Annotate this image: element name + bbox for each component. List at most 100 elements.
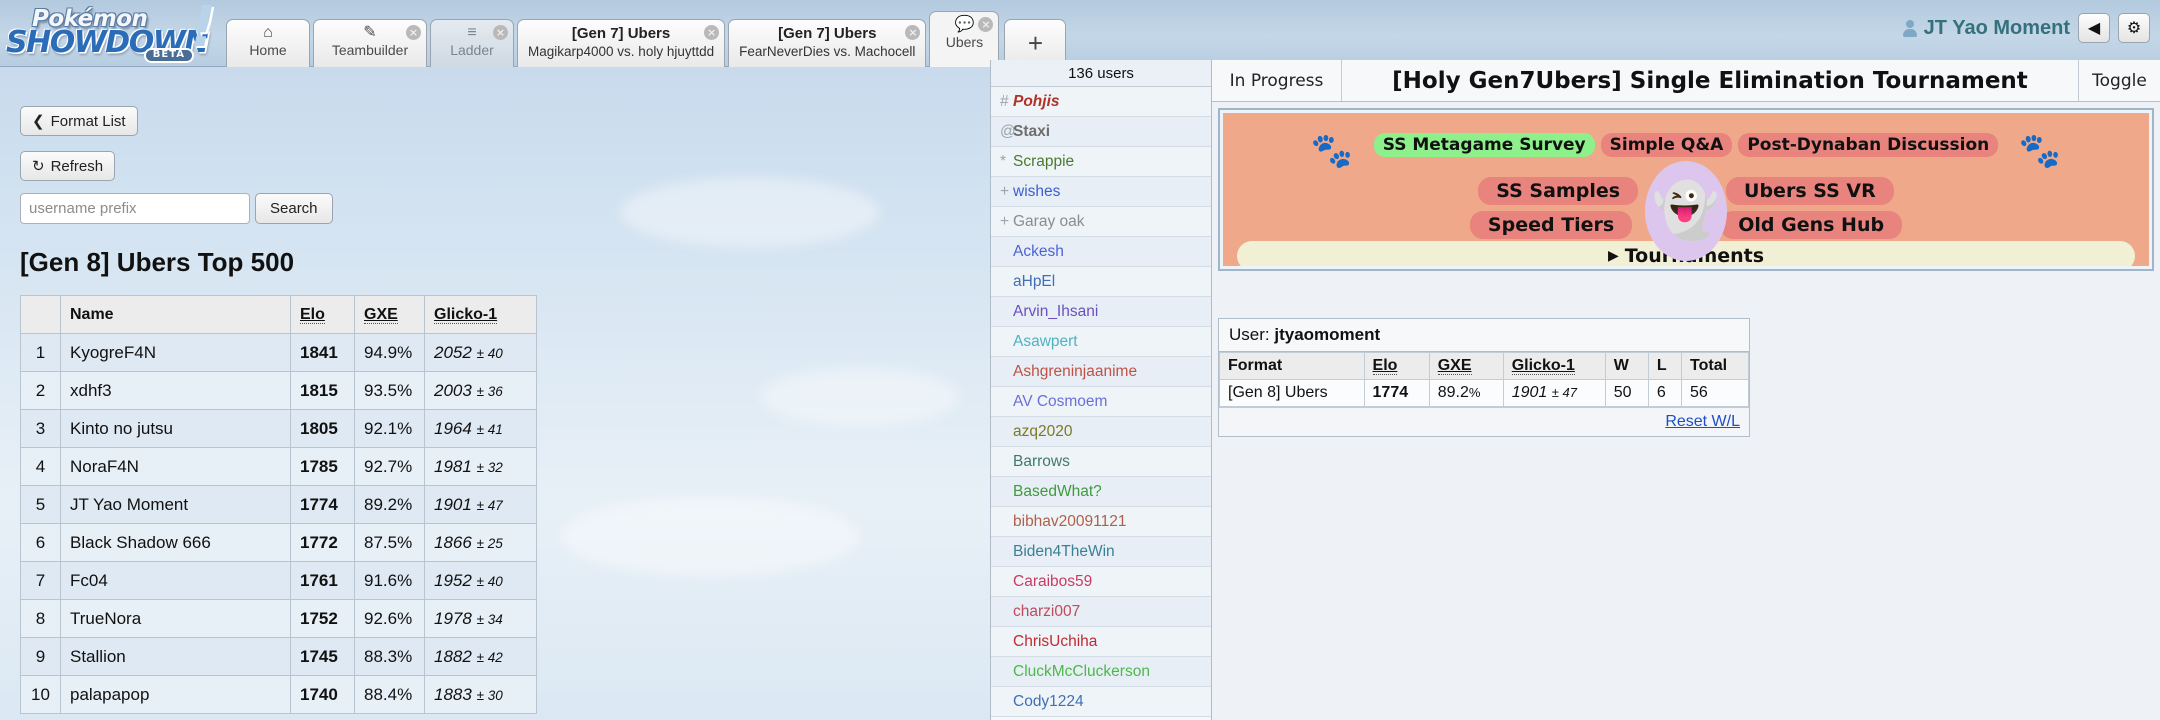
list-item[interactable]: aHpEl (991, 267, 1211, 297)
format-list-button[interactable]: ❮ Format List (20, 106, 138, 136)
gear-icon[interactable]: ⚙ (2118, 13, 2150, 43)
page-title: [Gen 8] Ubers Top 500 (20, 247, 294, 278)
list-item[interactable]: +Garay oak (991, 207, 1211, 237)
link-post-dynaban-discussion[interactable]: Post-Dynaban Discussion (1738, 133, 1998, 157)
cell-name[interactable]: KyogreF4N (61, 334, 291, 372)
tab-ubers[interactable]: 💬 Ubers × (929, 11, 999, 67)
cell-elo: 1761 (291, 562, 355, 600)
list-item[interactable]: AV Cosmoem (991, 387, 1211, 417)
list-item[interactable]: Caraibos59 (991, 567, 1211, 597)
user-name: Ackesh (1013, 243, 1064, 260)
tab-battle-1-title: [Gen 7] Ubers (572, 24, 670, 43)
tab-teambuilder[interactable]: ✎ Teambuilder × (313, 19, 427, 67)
tab-close-icon[interactable]: × (704, 25, 719, 40)
list-item[interactable]: CluckMcCluckerson (991, 657, 1211, 687)
table-row: 3Kinto no jutsu180592.1%1964 ± 41 (21, 410, 537, 448)
user-name: Cody1224 (1013, 693, 1084, 710)
list-item[interactable]: Asawpert (991, 327, 1211, 357)
col-elo: Elo (291, 296, 355, 334)
cell-rank: 10 (21, 676, 61, 714)
link-ss-metagame-survey[interactable]: SS Metagame Survey (1374, 133, 1595, 157)
table-row: 6Black Shadow 666177287.5%1866 ± 25 (21, 524, 537, 562)
cell-name[interactable]: Stallion (61, 638, 291, 676)
col-name: Name (61, 296, 291, 334)
list-item[interactable]: Ackesh (991, 237, 1211, 267)
person-icon (1903, 20, 1917, 37)
stats-col-format: Format (1220, 353, 1365, 380)
tab-close-icon[interactable]: × (406, 25, 421, 40)
col-glicko: Glicko-1 (425, 296, 537, 334)
list-item[interactable]: +wishes (991, 177, 1211, 207)
tab-ubers-label: Ubers (946, 34, 983, 51)
list-item[interactable]: Biden4TheWin (991, 537, 1211, 567)
cell-gxe: 93.5% (355, 372, 425, 410)
user-name: Pohjis (1013, 93, 1060, 110)
cell-name[interactable]: xdhf3 (61, 372, 291, 410)
list-item[interactable]: azq2020 (991, 417, 1211, 447)
link-old-gens-hub[interactable]: Old Gens Hub (1720, 211, 1902, 239)
link-speed-tiers[interactable]: Speed Tiers (1470, 211, 1632, 239)
list-item[interactable]: bibhav20091121 (991, 507, 1211, 537)
cell-glicko: 1978 ± 34 (425, 600, 537, 638)
tournament-status-badge: In Progress (1212, 60, 1342, 101)
current-user[interactable]: JT Yao Moment (1903, 17, 2070, 40)
cell-name[interactable]: NoraF4N (61, 448, 291, 486)
tab-battle-1[interactable]: [Gen 7] Ubers Magikarp4000 vs. holy hjuy… (517, 19, 725, 67)
refresh-button[interactable]: ↻ Refresh (20, 151, 115, 181)
list-item[interactable]: Ashgreninjaanime (991, 357, 1211, 387)
table-row: 8TrueNora175292.6%1978 ± 34 (21, 600, 537, 638)
list-item[interactable]: Barrows (991, 447, 1211, 477)
chat-userlist[interactable]: 136 users #Pohjis@Staxi*Scrappie+wishes+… (990, 60, 1212, 720)
speaker-icon[interactable]: ◀ (2078, 13, 2110, 43)
user-name: AV Cosmoem (1013, 393, 1107, 410)
cell-glicko: 1901 ± 47 (425, 486, 537, 524)
userlist-rows: #Pohjis@Staxi*Scrappie+wishes+Garay oak A… (991, 87, 1211, 717)
cell-name[interactable]: Black Shadow 666 (61, 524, 291, 562)
cell-glicko: 2052 ± 40 (425, 334, 537, 372)
tab-close-icon[interactable]: × (978, 17, 993, 32)
cell-rank: 5 (21, 486, 61, 524)
logo-exclamation-icon: ! (190, 0, 216, 56)
app-logo[interactable]: Pokémon SHOWDOWN BETA ! (6, 2, 218, 64)
cell-name[interactable]: JT Yao Moment (61, 486, 291, 524)
cell-name[interactable]: Kinto no jutsu (61, 410, 291, 448)
list-item[interactable]: charzi007 (991, 597, 1211, 627)
tournament-toggle-button[interactable]: Toggle (2078, 60, 2160, 101)
list-item[interactable]: BasedWhat? (991, 477, 1211, 507)
list-item[interactable]: #Pohjis (991, 87, 1211, 117)
user-name: Scrappie (1013, 153, 1074, 170)
cell-name[interactable]: Fc04 (61, 562, 291, 600)
tab-battle-2[interactable]: [Gen 7] Ubers FearNeverDies vs. Machocel… (728, 19, 926, 67)
user-name: Caraibos59 (1013, 573, 1092, 590)
stats-gxe: 89.2% (1429, 380, 1503, 407)
list-item[interactable]: Cody1224 (991, 687, 1211, 717)
stats-elo: 1774 (1364, 380, 1429, 407)
user-stats-username: jtyaomoment (1274, 325, 1380, 344)
link-ss-samples[interactable]: SS Samples (1478, 177, 1638, 205)
cell-name[interactable]: TrueNora (61, 600, 291, 638)
stats-glicko: 1901 ± 47 (1503, 380, 1605, 407)
stats-losses: 6 (1648, 380, 1681, 407)
list-item[interactable]: *Scrappie (991, 147, 1211, 177)
tab-close-icon[interactable]: × (493, 25, 508, 40)
tab-ladder[interactable]: ≡ Ladder × (430, 19, 514, 67)
tab-close-icon[interactable]: × (905, 25, 920, 40)
cell-gxe: 92.7% (355, 448, 425, 486)
list-item[interactable]: @Staxi (991, 117, 1211, 147)
user-name: ChrisUchiha (1013, 633, 1097, 650)
stats-col-w: W (1605, 353, 1648, 380)
link-simple-qa[interactable]: Simple Q&A (1601, 133, 1733, 157)
list-item[interactable]: Arvin_Ihsani (991, 297, 1211, 327)
user-group-symbol: + (1000, 207, 1013, 237)
ladder-table-body: 1KyogreF4N184194.9%2052 ± 402xdhf3181593… (21, 334, 537, 714)
user-name: Biden4TheWin (1013, 543, 1115, 560)
reset-row: Reset W/L (1219, 407, 1749, 436)
list-item[interactable]: ChrisUchiha (991, 627, 1211, 657)
cell-name[interactable]: palapapop (61, 676, 291, 714)
search-input[interactable] (20, 193, 250, 224)
tab-home[interactable]: ⌂ Home (226, 19, 310, 67)
stats-total: 56 (1682, 380, 1749, 407)
reset-wl-link[interactable]: Reset W/L (1665, 413, 1740, 430)
search-button[interactable]: Search (255, 193, 333, 224)
link-ubers-ss-vr[interactable]: Ubers SS VR (1726, 177, 1894, 205)
